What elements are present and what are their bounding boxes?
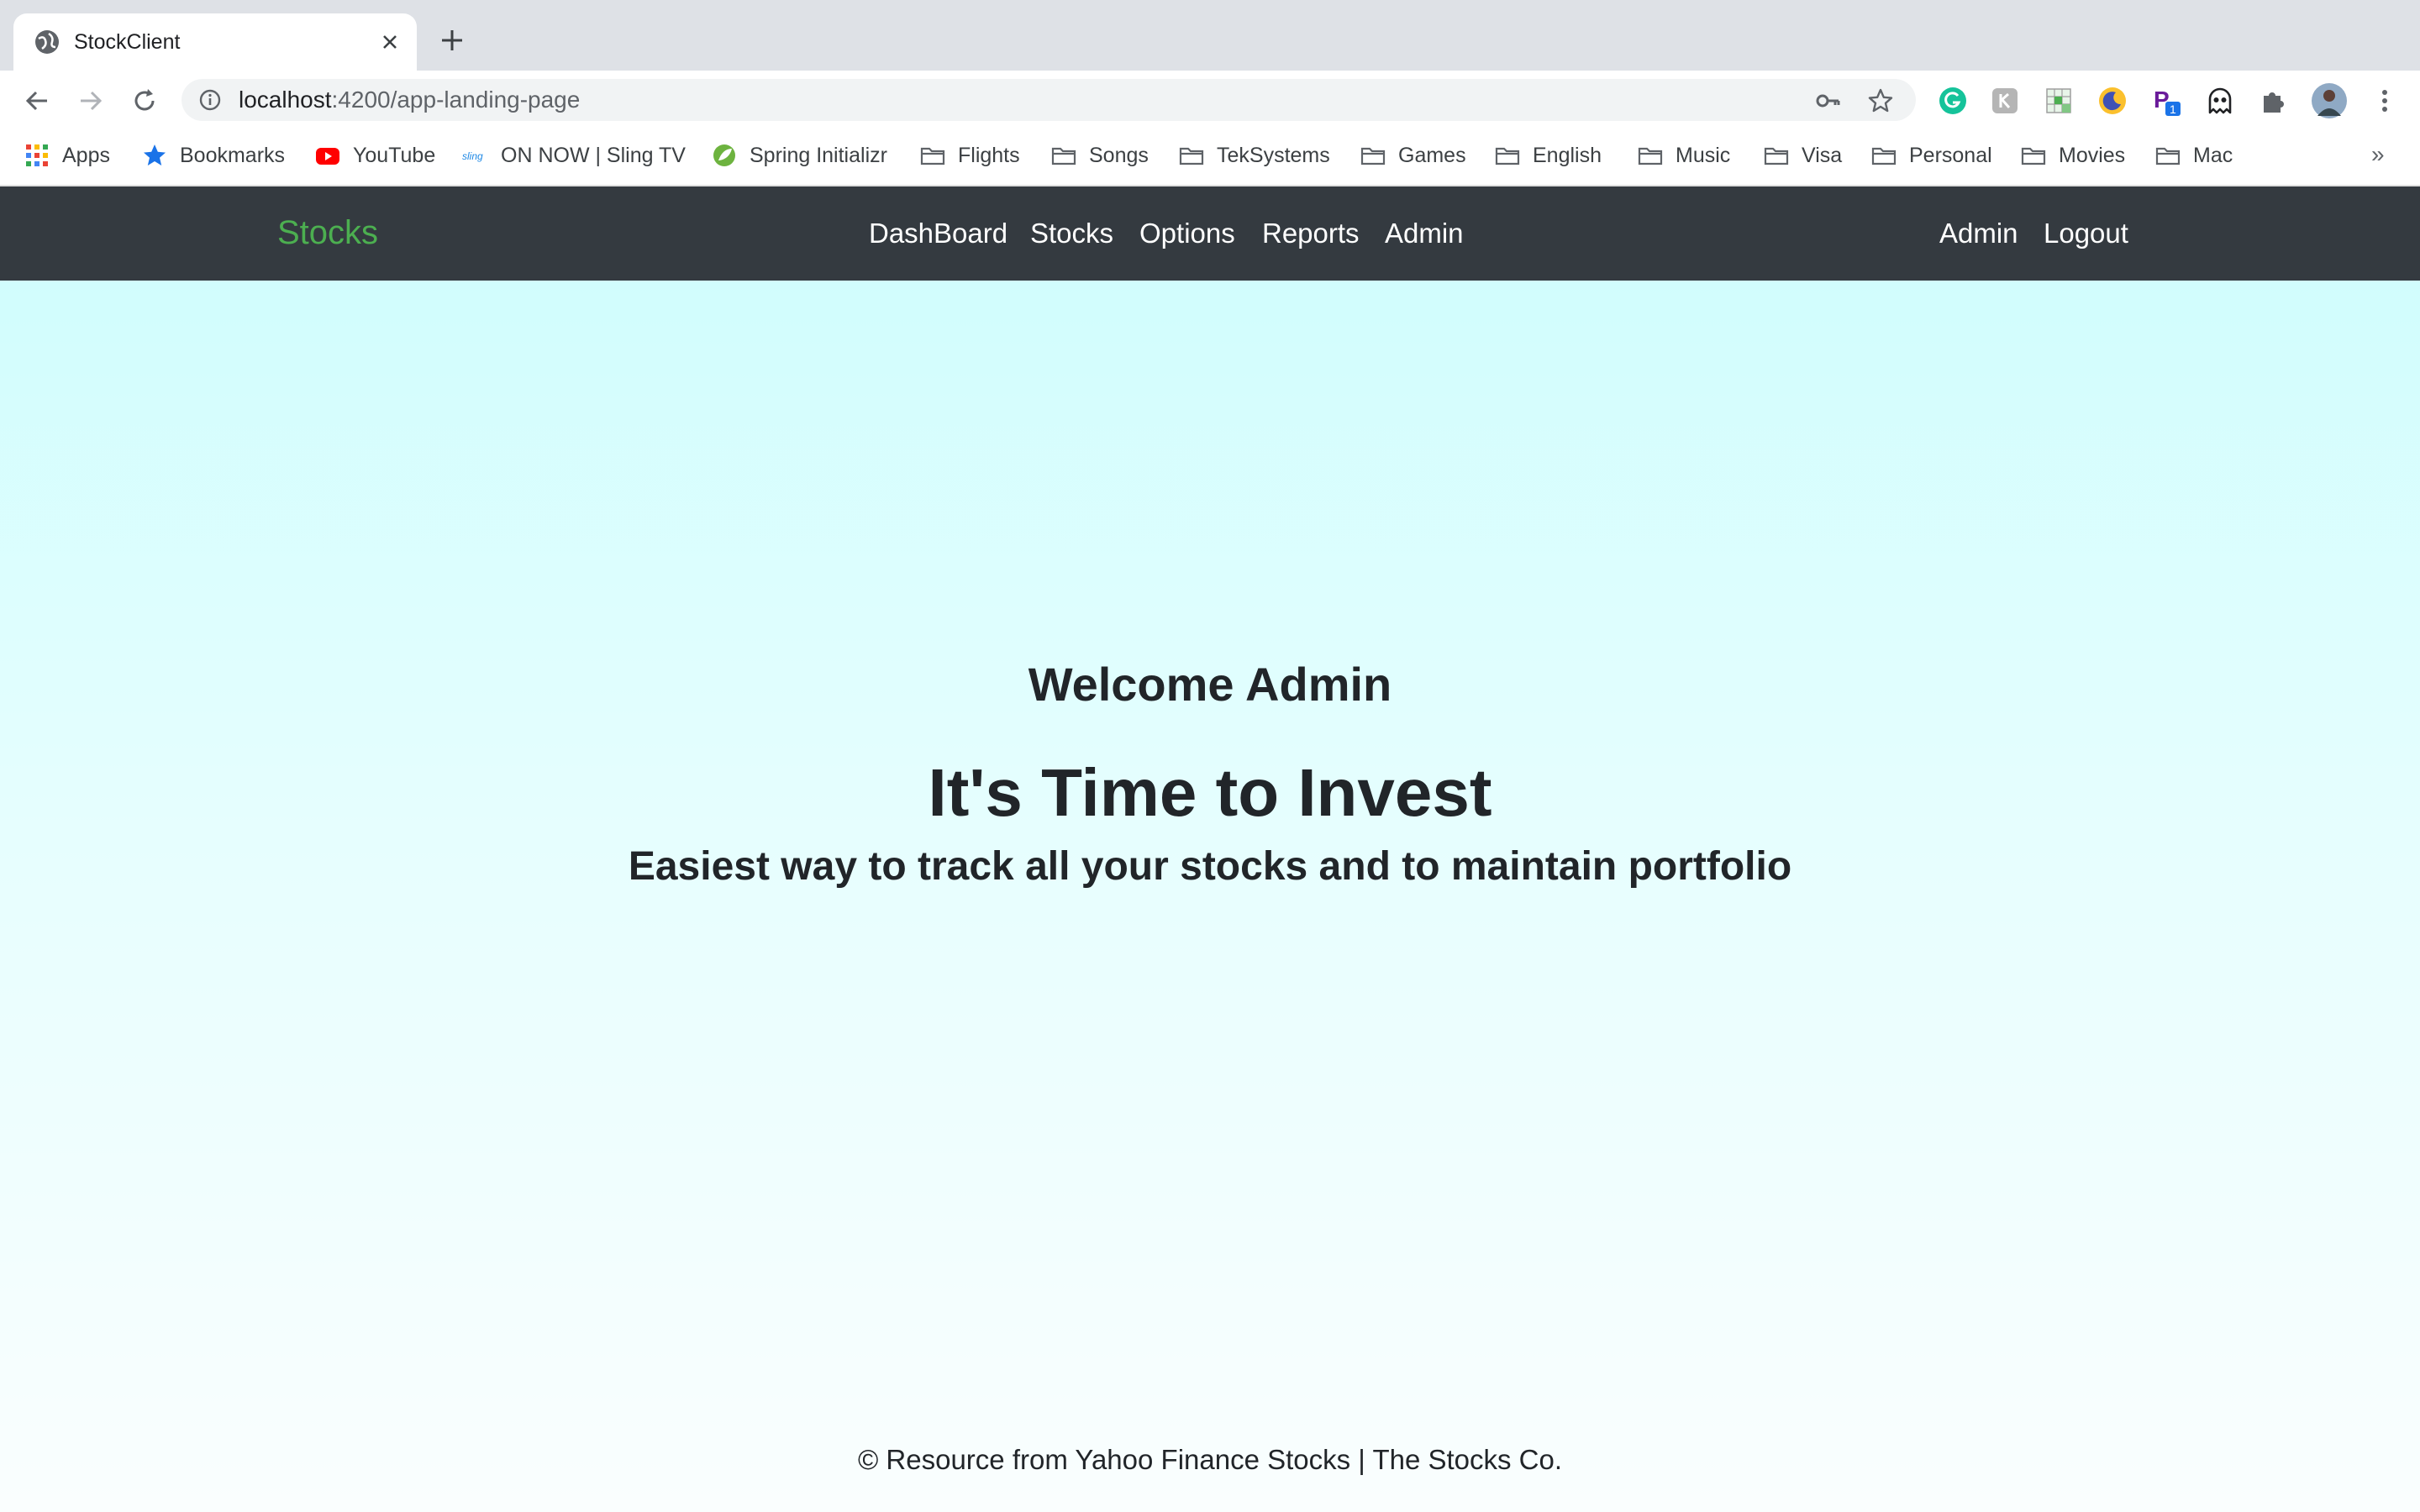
sling-icon: sling bbox=[462, 150, 483, 162]
kebab-menu-icon[interactable] bbox=[2370, 86, 2400, 116]
back-arrow-icon[interactable] bbox=[22, 86, 52, 116]
hero-subline: Easiest way to track all your stocks and… bbox=[628, 844, 1792, 889]
nav-user-admin[interactable]: Admin bbox=[1939, 215, 2018, 252]
folder-icon bbox=[1179, 147, 1204, 165]
bookmark-label: YouTube bbox=[353, 143, 436, 167]
bookmark-star-icon[interactable] bbox=[1867, 87, 1894, 114]
star-icon bbox=[144, 144, 166, 165]
folder-icon bbox=[1871, 147, 1897, 165]
info-icon[interactable] bbox=[198, 88, 222, 112]
folder-icon bbox=[1764, 147, 1789, 165]
bookmark-folder[interactable]: TekSystems bbox=[1178, 141, 1330, 170]
bookmark-label: Music bbox=[1676, 143, 1731, 167]
nav-link-reports[interactable]: Reports bbox=[1262, 215, 1360, 252]
apps-grid-icon bbox=[26, 144, 48, 166]
url-text: localhost:4200/app-landing-page bbox=[239, 87, 580, 113]
bookmark-label: Mac bbox=[2193, 143, 2233, 167]
bookmarks-overflow-chevron-icon[interactable]: » bbox=[2371, 141, 2385, 168]
brand-link[interactable]: Stocks bbox=[277, 212, 378, 254]
extension-badge: 1 bbox=[2170, 102, 2176, 116]
bookmark-folder[interactable]: Games bbox=[1360, 141, 1466, 170]
folder-icon bbox=[1495, 147, 1520, 165]
bookmark-folder[interactable]: Music bbox=[1637, 141, 1730, 170]
bookmark-label: Bookmarks bbox=[180, 143, 286, 167]
bookmark-label: Apps bbox=[62, 143, 110, 167]
bookmark-label: TekSystems bbox=[1217, 143, 1330, 167]
pocket-extension-icon[interactable]: P 1 bbox=[2151, 86, 2181, 116]
nav-link-options[interactable]: Options bbox=[1139, 215, 1235, 252]
hero-headline: It's Time to Invest bbox=[928, 755, 1492, 830]
bookmarks-bar: Apps Bookmarks YouTube sling ON NOW | Sl… bbox=[0, 129, 2420, 186]
folder-icon bbox=[920, 147, 945, 165]
landing-hero: Welcome Admin It's Time to Invest Easies… bbox=[0, 281, 2420, 1512]
browser-tab[interactable]: StockClient bbox=[13, 13, 417, 71]
bookmark-sling[interactable]: sling ON NOW | Sling TV bbox=[462, 141, 686, 170]
app-navbar: Stocks DashBoard Stocks Options Reports … bbox=[0, 186, 2420, 281]
bookmark-folder[interactable]: Songs bbox=[1050, 141, 1149, 170]
bookmark-folder[interactable]: Movies bbox=[2020, 141, 2125, 170]
bookmark-label: Spring Initializr bbox=[750, 143, 887, 167]
key-icon[interactable] bbox=[1815, 87, 1842, 114]
bookmark-youtube[interactable]: YouTube bbox=[314, 141, 435, 170]
folder-icon bbox=[1360, 147, 1386, 165]
globe-icon bbox=[35, 30, 59, 54]
browser-toolbar: localhost:4200/app-landing-page P 1 bbox=[0, 71, 2420, 129]
url-host: localhost bbox=[239, 87, 332, 113]
url-path: :4200/app-landing-page bbox=[331, 87, 581, 113]
nav-link-admin[interactable]: Admin bbox=[1385, 215, 1464, 252]
extension-icon[interactable] bbox=[1990, 86, 2020, 116]
profile-avatar-icon[interactable] bbox=[2311, 82, 2348, 119]
folder-icon bbox=[2155, 147, 2181, 165]
browser-tab-strip: StockClient bbox=[0, 0, 2420, 71]
new-tab-icon[interactable] bbox=[439, 27, 466, 54]
folder-icon bbox=[1051, 147, 1076, 165]
bookmark-label: Songs bbox=[1089, 143, 1149, 167]
dark-mode-icon[interactable] bbox=[2097, 86, 2128, 116]
bookmark-folder[interactable]: Flights bbox=[919, 141, 1020, 170]
nav-link-dashboard[interactable]: DashBoard bbox=[869, 215, 1007, 252]
welcome-heading: Welcome Admin bbox=[1028, 658, 1392, 711]
folder-icon bbox=[2021, 147, 2046, 165]
page-footer: © Resource from Yahoo Finance Stocks | T… bbox=[857, 1444, 1563, 1475]
forward-arrow-icon[interactable] bbox=[76, 86, 106, 116]
bookmark-label: ON NOW | Sling TV bbox=[501, 143, 686, 167]
address-bar[interactable]: localhost:4200/app-landing-page bbox=[182, 79, 1916, 121]
grammarly-icon[interactable] bbox=[1938, 86, 1968, 116]
nav-link-stocks[interactable]: Stocks bbox=[1030, 215, 1113, 252]
bookmark-spring[interactable]: Spring Initializr bbox=[711, 141, 887, 170]
svg-text:sling: sling bbox=[462, 150, 483, 162]
bookmark-folder[interactable]: English bbox=[1494, 141, 1602, 170]
bookmark-label: Visa bbox=[1802, 143, 1843, 167]
nav-logout[interactable]: Logout bbox=[2044, 215, 2128, 252]
bookmark-bookmarks[interactable]: Bookmarks bbox=[141, 141, 285, 170]
youtube-icon bbox=[316, 148, 339, 165]
folder-icon bbox=[1638, 147, 1663, 165]
sheet-extension-icon[interactable] bbox=[2044, 86, 2074, 116]
bookmark-label: Personal bbox=[1909, 143, 1992, 167]
bookmark-label: Games bbox=[1398, 143, 1466, 167]
close-icon[interactable] bbox=[380, 32, 400, 52]
reload-icon[interactable] bbox=[129, 86, 160, 116]
bookmark-label: Flights bbox=[958, 143, 1020, 167]
bookmark-folder[interactable]: Visa bbox=[1763, 141, 1842, 170]
bookmark-folder[interactable]: Personal bbox=[1870, 141, 1992, 170]
bookmark-label: Movies bbox=[2059, 143, 2126, 167]
bookmark-folder[interactable]: Mac bbox=[2154, 141, 2233, 170]
tab-title: StockClient bbox=[74, 30, 181, 54]
spring-icon bbox=[713, 144, 735, 166]
bookmark-apps[interactable]: Apps bbox=[24, 141, 110, 170]
puzzle-icon[interactable] bbox=[2259, 86, 2289, 116]
ghost-icon[interactable] bbox=[2205, 86, 2235, 116]
bookmark-label: English bbox=[1533, 143, 1602, 167]
